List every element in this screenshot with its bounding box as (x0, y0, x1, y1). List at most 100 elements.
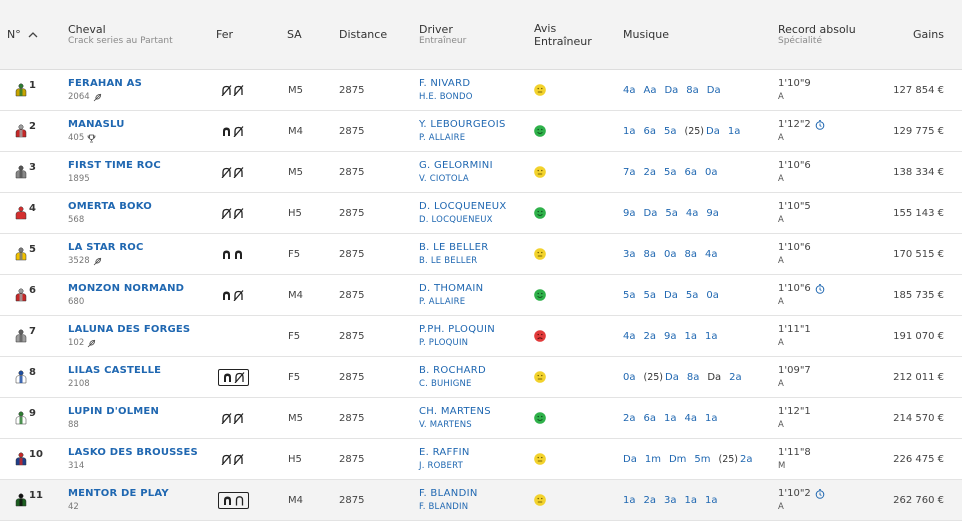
musique-result[interactable]: 5a (644, 290, 657, 301)
musique-result[interactable]: Da (665, 372, 679, 383)
driver-link[interactable]: D. THOMAIN (419, 282, 483, 295)
musique-result[interactable]: 2a (740, 454, 753, 465)
musique-result[interactable]: 9a (706, 208, 719, 219)
table-row[interactable]: 7 LALUNA DES FORGES 102 F5 2875 P.PH. PLOQUIN… (0, 316, 962, 357)
musique-result[interactable]: 8a (687, 372, 700, 383)
horse-name-link[interactable]: FERAHAN AS (68, 77, 142, 90)
musique-result[interactable]: 9a (664, 331, 677, 342)
musique-result[interactable]: 0a (664, 249, 677, 260)
musique-result[interactable]: 8a (685, 249, 698, 260)
musique-result[interactable]: 5a (686, 290, 699, 301)
trainer-link[interactable]: C. BUHIGNE (419, 378, 486, 390)
trainer-link[interactable]: B. LE BELLER (419, 255, 488, 267)
musique-result[interactable]: 9a (623, 208, 636, 219)
table-row[interactable]: 3 FIRST TIME ROC 1895 M5 2875 G. GELORMINI V. … (0, 152, 962, 193)
driver-link[interactable]: CH. MARTENS (419, 405, 491, 418)
musique-result[interactable]: Dm (669, 454, 686, 465)
musique-result[interactable]: 5a (623, 290, 636, 301)
musique-result[interactable]: Da (623, 454, 637, 465)
musique-result[interactable]: 5a (664, 167, 677, 178)
trainer-link[interactable]: V. CIOTOLA (419, 173, 493, 185)
musique-result[interactable]: 6a (644, 126, 657, 137)
table-row[interactable]: 6 MONZON NORMAND 680 M4 2875 D. THOMAIN P. ALL… (0, 275, 962, 316)
musique-result[interactable]: 4a (705, 249, 718, 260)
driver-link[interactable]: P.PH. PLOQUIN (419, 323, 495, 336)
table-row[interactable]: 11 MENTOR DE PLAY 42 M4 2875 F. BLANDIN F. BLA… (0, 480, 962, 521)
musique-result[interactable]: Da (664, 85, 678, 96)
musique-result[interactable]: 6a (685, 167, 698, 178)
musique-result[interactable]: Da (707, 85, 721, 96)
musique-result[interactable]: 3a (623, 249, 636, 260)
trainer-link[interactable]: F. BLANDIN (419, 501, 478, 513)
horse-name-link[interactable]: MENTOR DE PLAY (68, 487, 169, 500)
musique-result[interactable]: 1a (685, 495, 698, 506)
table-row[interactable]: 1 FERAHAN AS 2064 M5 2875 F. NIVARD H.E. BONDO… (0, 70, 962, 111)
chevron-up-icon[interactable] (28, 31, 38, 39)
horse-name-link[interactable]: MANASLU (68, 118, 125, 131)
table-row[interactable]: 9 LUPIN D'OLMEN 88 M5 2875 CH. MARTENS V. MART… (0, 398, 962, 439)
musique-result[interactable]: 2a (644, 331, 657, 342)
trainer-link[interactable]: P. PLOQUIN (419, 337, 495, 349)
musique-result[interactable]: Da (664, 290, 678, 301)
horse-name-link[interactable]: LASKO DES BROUSSES (68, 446, 198, 459)
musique-result[interactable]: 1a (705, 413, 718, 424)
trainer-link[interactable]: H.E. BONDO (419, 91, 473, 103)
musique-result[interactable]: 2a (623, 413, 636, 424)
musique-result[interactable]: 1a (664, 413, 677, 424)
musique-result[interactable]: 8a (644, 249, 657, 260)
table-row[interactable]: 4 OMERTA BOKO 568 H5 2875 D. LOCQUENEUX D. LOC… (0, 193, 962, 234)
horse-name-link[interactable]: FIRST TIME ROC (68, 159, 161, 172)
driver-link[interactable]: D. LOCQUENEUX (419, 200, 507, 213)
musique-result[interactable]: 1a (705, 331, 718, 342)
musique-result[interactable]: 4a (623, 331, 636, 342)
horse-name-link[interactable]: OMERTA BOKO (68, 200, 152, 213)
table-row[interactable]: 10 LASKO DES BROUSSES 314 H5 2875 E. RAFFIN J.… (0, 439, 962, 480)
musique-result[interactable]: 1m (645, 454, 661, 465)
driver-link[interactable]: E. RAFFIN (419, 446, 470, 459)
sort-num-header[interactable]: N° (7, 0, 38, 69)
musique-result[interactable]: 4a (685, 413, 698, 424)
horse-name-link[interactable]: MONZON NORMAND (68, 282, 184, 295)
musique-result[interactable]: Da (706, 126, 720, 137)
table-row[interactable]: 5 LA STAR ROC 3528 F5 2875 B. LE BELLER B. LE … (0, 234, 962, 275)
musique-result[interactable]: 4a (686, 208, 699, 219)
musique-result[interactable]: 1a (705, 495, 718, 506)
musique-result[interactable]: 6a (644, 413, 657, 424)
trainer-link[interactable]: V. MARTENS (419, 419, 491, 431)
musique-result[interactable]: 1a (728, 126, 741, 137)
trainer-link[interactable]: J. ROBERT (419, 460, 470, 472)
table-row[interactable]: 2 MANASLU 405 M4 2875 Y. LEBOURGEOIS P. ALLAIR… (0, 111, 962, 152)
musique-result[interactable]: 7a (623, 167, 636, 178)
trainer-link[interactable]: P. ALLAIRE (419, 296, 483, 308)
musique-result[interactable]: 3a (664, 495, 677, 506)
musique-result[interactable]: Aa (644, 85, 657, 96)
musique-result[interactable]: 2a (644, 495, 657, 506)
musique-result[interactable]: 0a (706, 290, 719, 301)
horse-name-link[interactable]: LA STAR ROC (68, 241, 144, 254)
musique-result[interactable]: 8a (686, 85, 699, 96)
musique-result[interactable]: 5a (664, 126, 677, 137)
driver-link[interactable]: B. ROCHARD (419, 364, 486, 377)
musique-result[interactable]: 1a (623, 126, 636, 137)
horse-name-link[interactable]: LILAS CASTELLE (68, 364, 161, 377)
table-row[interactable]: 8 LILAS CASTELLE 2108 F5 2875 B. ROCHARD C. BU… (0, 357, 962, 398)
musique-result[interactable]: Da (644, 208, 658, 219)
horse-name-link[interactable]: LALUNA DES FORGES (68, 323, 190, 336)
horse-name-link[interactable]: LUPIN D'OLMEN (68, 405, 159, 418)
driver-link[interactable]: G. GELORMINI (419, 159, 493, 172)
driver-link[interactable]: F. NIVARD (419, 77, 473, 90)
musique-result[interactable]: 5a (665, 208, 678, 219)
trainer-link[interactable]: P. ALLAIRE (419, 132, 506, 144)
musique-result[interactable]: Da (707, 372, 721, 383)
driver-link[interactable]: B. LE BELLER (419, 241, 488, 254)
musique-result[interactable]: 2a (644, 167, 657, 178)
musique-result[interactable]: 1a (685, 331, 698, 342)
driver-link[interactable]: Y. LEBOURGEOIS (419, 118, 506, 131)
musique-result[interactable]: 4a (623, 85, 636, 96)
musique-result[interactable]: 1a (623, 495, 636, 506)
trainer-link[interactable]: D. LOCQUENEUX (419, 214, 507, 226)
musique-result[interactable]: 0a (705, 167, 718, 178)
musique-result[interactable]: 2a (729, 372, 742, 383)
driver-link[interactable]: F. BLANDIN (419, 487, 478, 500)
musique-result[interactable]: 0a (623, 372, 636, 383)
